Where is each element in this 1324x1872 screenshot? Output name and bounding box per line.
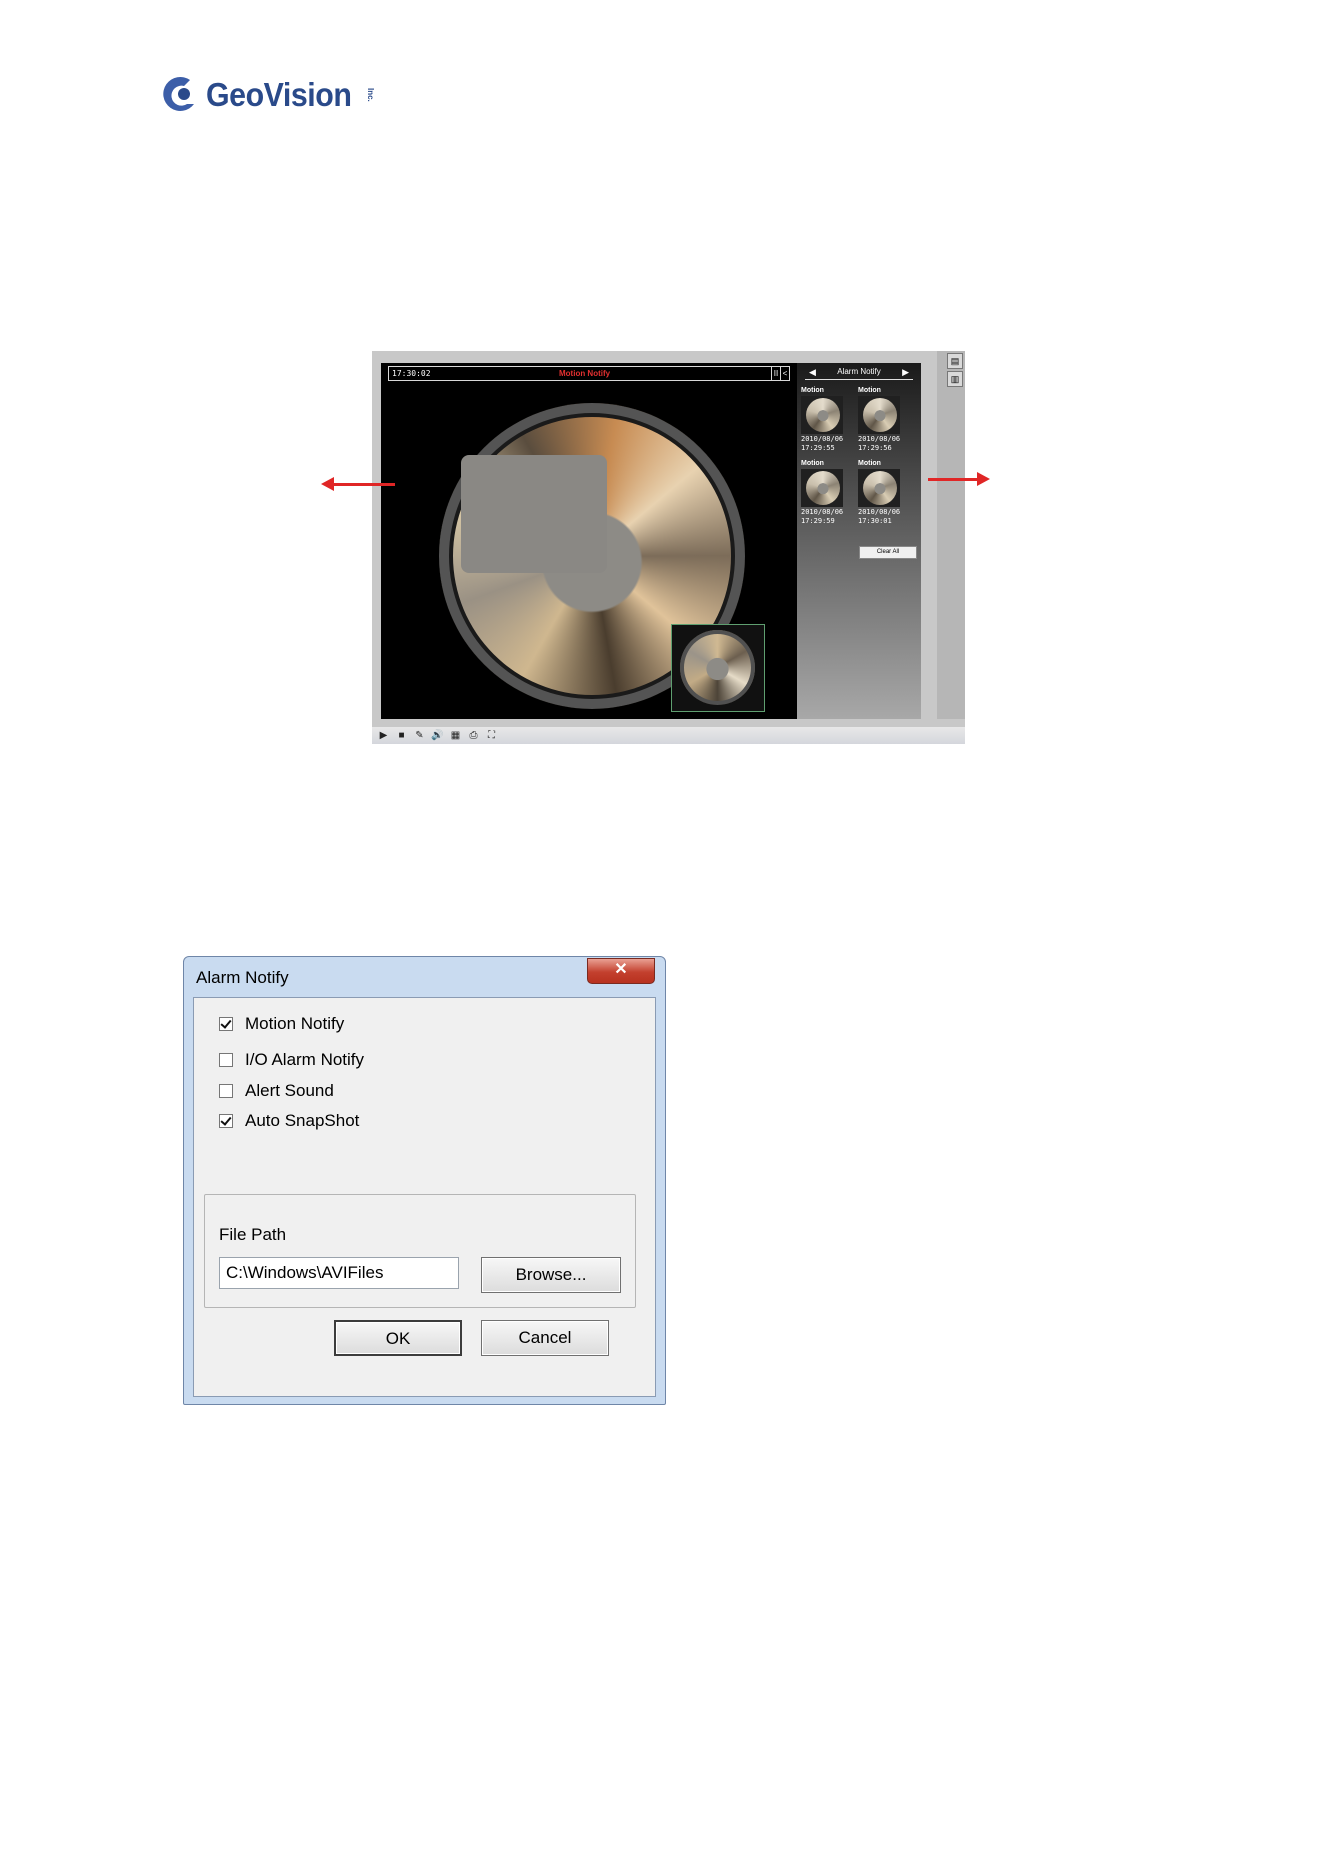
pause-button[interactable]: II [771,367,780,380]
clear-all-button[interactable]: Clear All [859,546,917,559]
collapse-button[interactable]: < [780,367,789,380]
snapshot-list-icon[interactable]: ▥ [947,371,963,387]
alarm-header: ◀ Alarm Notify ▶ [805,365,913,380]
alarm-item[interactable]: Motion 2010/08/06 17:29:56 [858,386,906,456]
dialog-title: Alarm Notify [196,968,289,987]
print-icon[interactable]: ⎙ [465,728,482,743]
alarm-date: 2010/08/06 [858,435,901,443]
checkbox[interactable] [219,1084,233,1098]
snapshot-icon[interactable]: ▦ [447,728,464,743]
play-icon[interactable]: ▶ [375,728,392,743]
checkbox[interactable] [219,1017,233,1031]
alarm-notify-dialog: Alarm Notify ✕ Motion Notify I/O Alarm N… [183,956,666,1405]
geovision-logo: GeoVision Inc. [160,70,375,120]
ok-button[interactable]: OK [334,1320,462,1356]
alarm-time: 17:29:56 [858,444,892,452]
status-bar: 17:30:02 Motion Notify II < [388,366,790,381]
alarm-header-title: Alarm Notify [837,367,881,376]
alarm-date: 2010/08/06 [858,508,901,516]
alarm-thumbnail [858,469,900,507]
checkbox-label: Motion Notify [245,1014,345,1033]
cancel-button[interactable]: Cancel [481,1320,609,1356]
checkbox-motion-notify[interactable]: Motion Notify [219,1014,344,1034]
alarm-date: 2010/08/06 [801,435,844,443]
alarm-notify-panel: ◀ Alarm Notify ▶ Motion 2010/08/06 17:29… [797,363,921,719]
checkbox-label: Auto SnapShot [245,1111,360,1130]
checkbox-label: I/O Alarm Notify [245,1050,365,1069]
logo-inc: Inc. [366,88,376,102]
list-view-icon[interactable]: ▤ [947,353,963,369]
alarm-date: 2010/08/06 [801,508,844,516]
alarm-type: Motion [858,460,881,467]
video-area[interactable]: 17:30:02 Motion Notify II < [381,363,797,719]
file-path-label: File Path [219,1225,287,1244]
right-side-bar: ▤ ▥ [937,351,965,719]
alarm-thumbnail [858,396,900,434]
next-arrow-icon[interactable]: ▶ [902,365,909,379]
status-buttons: II < [771,367,789,380]
checkbox[interactable] [219,1053,233,1067]
alarm-thumbnail [801,469,843,507]
prev-arrow-icon[interactable]: ◀ [809,365,816,379]
checkbox-alert-sound[interactable]: Alert Sound [219,1081,334,1101]
browse-button[interactable]: Browse... [481,1257,621,1293]
file-path-input[interactable]: C:\Windows\AVIFiles [219,1257,459,1289]
checkbox-auto-snapshot[interactable]: Auto SnapShot [219,1111,359,1131]
alarm-type: Motion [801,460,824,467]
checkbox-io-alarm-notify[interactable]: I/O Alarm Notify [219,1050,364,1070]
alarm-item[interactable]: Motion 2010/08/06 17:29:55 [801,386,849,456]
alarm-type: Motion [858,387,881,394]
fullscreen-icon[interactable]: ⛶ [483,728,500,743]
alarm-item[interactable]: Motion 2010/08/06 17:30:01 [858,459,906,529]
mini-fisheye [680,630,755,705]
right-drag-arrow-icon [928,472,990,486]
checkbox[interactable] [219,1114,233,1128]
dialog-titlebar[interactable]: Alarm Notify ✕ [184,957,665,997]
bottom-toolbar: ▶ ■ ✎ 🔊 ▦ ⎙ ⛶ [372,727,965,744]
microphone-icon[interactable]: ✎ [411,728,428,743]
left-drag-arrow-icon [321,477,395,491]
alarm-type: Motion [801,387,824,394]
viewer-window: 17:30:02 Motion Notify II < ◀ Alarm Noti… [372,351,965,744]
mini-view[interactable] [671,624,765,712]
logo-text: GeoVision [206,76,352,113]
alarm-time: 17:29:55 [801,444,835,452]
file-path-group: File Path C:\Windows\AVIFiles Browse... [204,1194,636,1308]
alarm-time: 17:30:01 [858,517,892,525]
close-button[interactable]: ✕ [587,958,655,984]
status-title: Motion Notify [559,369,611,378]
dialog-body: Motion Notify I/O Alarm Notify Alert Sou… [193,997,656,1397]
speaker-icon[interactable]: 🔊 [429,728,446,743]
logo-mark-icon [160,74,200,116]
fisheye-floor [461,455,607,573]
alarm-item[interactable]: Motion 2010/08/06 17:29:59 [801,459,849,529]
alarm-time: 17:29:59 [801,517,835,525]
stop-icon[interactable]: ■ [393,728,410,743]
checkbox-label: Alert Sound [245,1081,334,1100]
status-time: 17:30:02 [392,369,431,378]
alarm-thumbnail [801,396,843,434]
